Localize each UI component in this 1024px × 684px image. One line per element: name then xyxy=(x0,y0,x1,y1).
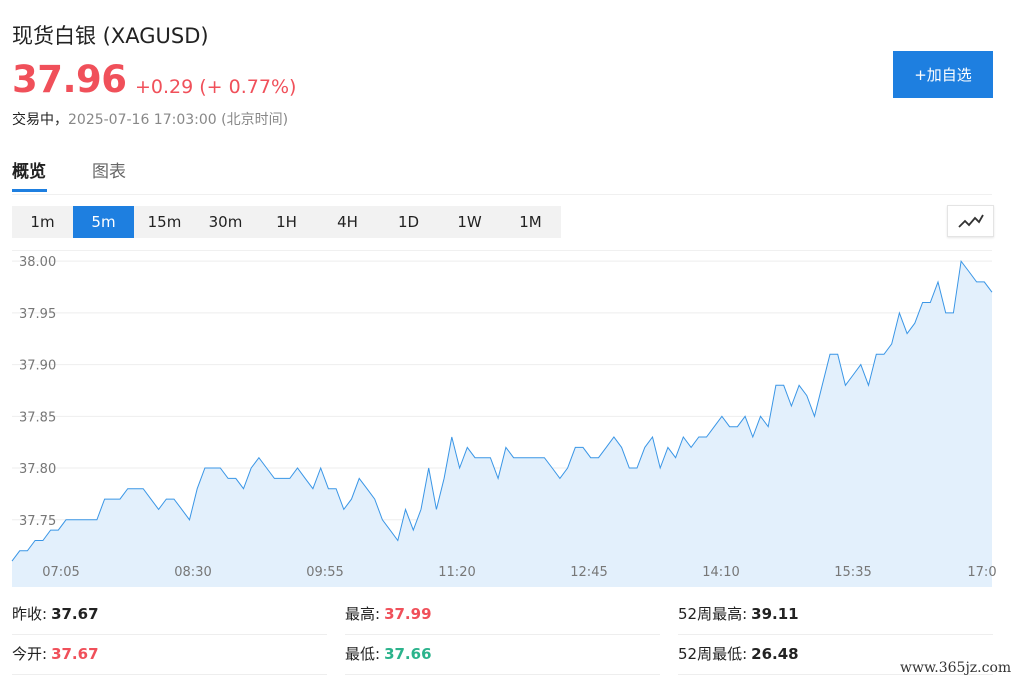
line-chart-icon xyxy=(957,214,984,228)
y-tick-label: 37.75 xyxy=(19,514,56,529)
instrument-title: 现货白银 (XAGUSD) xyxy=(12,24,209,48)
chart-divider xyxy=(12,250,992,251)
period-15m[interactable]: 15m xyxy=(134,206,195,238)
stat-label: 最高: xyxy=(345,605,381,623)
period-5m[interactable]: 5m xyxy=(73,206,134,238)
tab-bar: 概览 图表 xyxy=(12,150,992,195)
x-tick-label: 08:30 xyxy=(174,565,211,580)
stat-52w-high: 52周最高: 39.11 xyxy=(678,595,993,635)
stat-label: 今开: xyxy=(12,645,48,663)
stat-value: 37.67 xyxy=(51,605,99,623)
stat-label: 52周最高: xyxy=(678,605,748,623)
stat-label: 最低: xyxy=(345,645,381,663)
chart-type-button[interactable] xyxy=(947,205,994,237)
x-tick-label: 15:35 xyxy=(834,565,871,580)
price-chart: 38.0037.9537.9037.8537.8037.7537.7007:05… xyxy=(11,255,997,587)
add-to-watchlist-button[interactable]: +加自选 xyxy=(893,51,993,98)
period-1d[interactable]: 1D xyxy=(378,206,439,238)
stats-row: 今开: 37.67 最低: 37.66 52周最低: 26.48 xyxy=(12,635,993,675)
tab-chart[interactable]: 图表 xyxy=(92,157,126,182)
period-selector: 1m 5m 15m 30m 1H 4H 1D 1W 1M xyxy=(12,206,561,238)
stat-value: 37.99 xyxy=(384,605,432,623)
stat-value: 39.11 xyxy=(751,605,799,623)
stat-label: 昨收: xyxy=(12,605,48,623)
period-1w[interactable]: 1W xyxy=(439,206,500,238)
stat-open: 今开: 37.67 xyxy=(12,635,327,675)
period-4h[interactable]: 4H xyxy=(317,206,378,238)
stats-row: 昨收: 37.67 最高: 37.99 52周最高: 39.11 xyxy=(12,595,993,635)
stat-value: 37.67 xyxy=(51,645,99,663)
x-tick-label: 11:20 xyxy=(438,565,475,580)
trading-status: 交易中，2025-07-16 17:03:00 (北京时间) xyxy=(12,109,288,129)
tab-overview[interactable]: 概览 xyxy=(12,157,46,182)
period-1h[interactable]: 1H xyxy=(256,206,317,238)
y-tick-label: 37.95 xyxy=(19,307,56,322)
stat-value: 37.66 xyxy=(384,645,432,663)
period-30m[interactable]: 30m xyxy=(195,206,256,238)
period-1m[interactable]: 1m xyxy=(12,206,73,238)
x-tick-label: 14:10 xyxy=(702,565,739,580)
stat-prev-close: 昨收: 37.67 xyxy=(12,595,327,635)
site-watermark: www.365jz.com xyxy=(900,660,1012,676)
period-1mo[interactable]: 1M xyxy=(500,206,561,238)
stat-label: 52周最低: xyxy=(678,645,748,663)
y-tick-label: 37.85 xyxy=(19,410,56,425)
x-tick-label: 09:55 xyxy=(306,565,343,580)
y-tick-label: 37.90 xyxy=(19,359,56,374)
y-tick-label: 38.00 xyxy=(19,255,56,270)
status-timestamp: 2025-07-16 17:03:00 (北京时间) xyxy=(68,112,289,128)
stat-value: 26.48 xyxy=(751,645,799,663)
x-tick-label: 12:45 xyxy=(570,565,607,580)
x-tick-label: 07:05 xyxy=(42,565,79,580)
price-change: +0.29 (+ 0.77%) xyxy=(135,76,297,98)
status-label: 交易中， xyxy=(12,112,68,128)
x-tick-label: 17:0 xyxy=(967,565,996,580)
active-tab-indicator xyxy=(12,189,47,192)
stat-high: 最高: 37.99 xyxy=(345,595,660,635)
stat-low: 最低: 37.66 xyxy=(345,635,660,675)
y-tick-label: 37.80 xyxy=(19,462,56,477)
current-price: 37.96 xyxy=(12,58,127,101)
price-area xyxy=(12,261,992,587)
